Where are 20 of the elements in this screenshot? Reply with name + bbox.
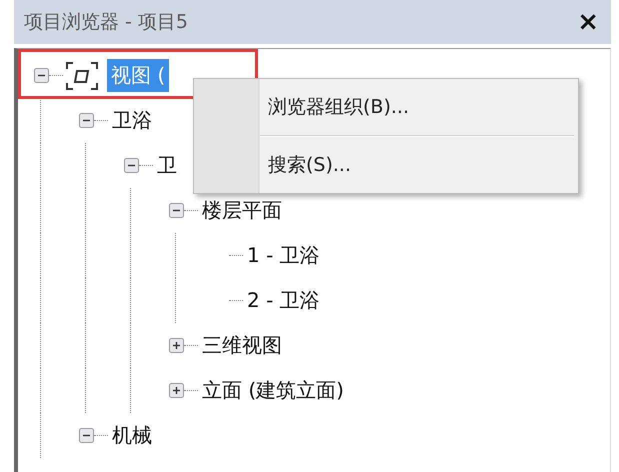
- collapse-icon[interactable]: [79, 428, 94, 443]
- collapse-icon[interactable]: [124, 158, 139, 173]
- close-button[interactable]: ×: [573, 7, 603, 37]
- view-icon: [65, 60, 99, 90]
- window-title: 项目浏览器 - 项目5: [24, 10, 188, 35]
- expand-icon[interactable]: [169, 383, 184, 398]
- tree-item[interactable]: 三维视图: [198, 329, 286, 362]
- tree-item[interactable]: 1 - 卫浴: [243, 239, 324, 272]
- tree-item[interactable]: 机械: [108, 419, 156, 452]
- collapse-icon[interactable]: [34, 68, 49, 83]
- menu-item[interactable]: 搜索(S)...: [260, 137, 578, 193]
- collapse-icon[interactable]: [79, 113, 94, 128]
- tree-item[interactable]: 楼层平面: [198, 194, 286, 227]
- tree-item[interactable]: 2 - 卫浴: [243, 284, 324, 317]
- tree-item[interactable]: 立面 (建筑立面): [198, 374, 348, 407]
- tree-item[interactable]: 卫浴: [108, 104, 156, 137]
- menu-item[interactable]: 浏览器组织(B)...: [260, 79, 578, 135]
- collapse-icon[interactable]: [169, 203, 184, 218]
- expand-icon[interactable]: [169, 338, 184, 353]
- tree-item[interactable]: 卫: [153, 149, 181, 182]
